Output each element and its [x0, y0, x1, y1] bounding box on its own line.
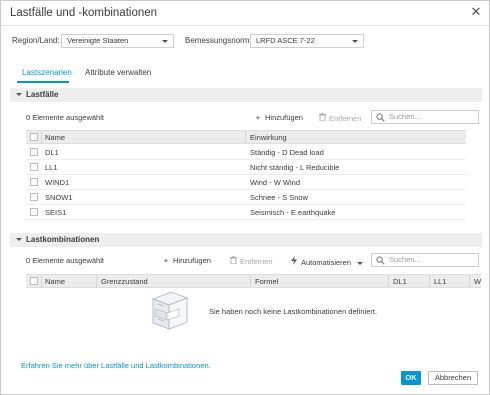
empty-state-message: Sie haben noch keine Lastkombinationen d… [209, 307, 378, 316]
trash-icon [317, 113, 327, 123]
column-separator [429, 275, 430, 287]
column-header-limit-state[interactable]: Grenzzustand [101, 277, 148, 286]
loadcases-selected-count: 0 Elemente ausgewählt [26, 113, 104, 122]
title-divider [1, 25, 489, 26]
loadcase-name: SEIS1 [45, 208, 67, 217]
column-header-action[interactable]: Einwirkung [250, 133, 287, 142]
region-select[interactable]: Vereinigte Staaten [61, 34, 174, 48]
chevron-down-icon [352, 40, 358, 43]
load-cases-dialog: Lastfälle und -kombinationen ✕ Region/La… [0, 0, 490, 395]
loadcases-table-header: Name Einwirkung [26, 130, 466, 144]
loadcases-add-label: Hinzufügen [265, 113, 303, 122]
loadcases-search-placeholder: Suchen... [389, 112, 421, 121]
plus-icon: + [163, 256, 169, 265]
combinations-remove-label: Entfernen [240, 257, 273, 266]
chevron-down-icon [357, 261, 364, 265]
lightning-icon [289, 256, 299, 267]
plus-icon: + [255, 113, 261, 122]
region-value: Vereinigte Staaten [67, 36, 129, 45]
combinations-remove-button[interactable]: Entfernen [228, 256, 273, 266]
column-header-ll1[interactable]: LL1 [434, 277, 447, 286]
row-checkbox[interactable] [30, 148, 38, 156]
combinations-search-input[interactable]: Suchen... [371, 253, 479, 267]
column-header-name[interactable]: Name [45, 277, 65, 286]
column-separator [245, 131, 246, 143]
select-all-checkbox[interactable] [30, 133, 38, 141]
table-row[interactable]: WIND1 Wind - W Wind [26, 175, 466, 190]
loadcases-remove-button[interactable]: Entfernen [317, 113, 362, 123]
tab-manage-attributes[interactable]: Attribute verwalten [85, 68, 151, 77]
loadcases-search-input[interactable]: Suchen... [371, 110, 479, 124]
loadcases-section-title: Lastfälle [26, 90, 59, 99]
combinations-search-placeholder: Suchen... [389, 255, 421, 264]
table-row[interactable]: DL1 Ständig - D Dead load [26, 145, 466, 160]
loadcases-section-header[interactable]: Lastfälle [10, 88, 482, 102]
combinations-section-title: Lastkombinationen [26, 235, 100, 244]
table-row[interactable]: SEIS1 Seismisch - E earthquake [26, 205, 466, 220]
column-header-dl1[interactable]: DL1 [393, 277, 407, 286]
row-checkbox[interactable] [30, 163, 38, 171]
close-icon[interactable]: ✕ [469, 5, 483, 19]
loadcase-name: SNOW1 [45, 193, 73, 202]
loadcase-action: Seismisch - E earthquake [250, 208, 336, 217]
column-header-w[interactable]: W [474, 277, 481, 286]
row-checkbox[interactable] [30, 193, 38, 201]
dialog-title: Lastfälle und -kombinationen [10, 7, 158, 19]
column-separator [388, 275, 389, 287]
loadcases-remove-label: Entfernen [329, 114, 362, 123]
help-link[interactable]: Erfahren Sie mehr über Lastfälle und Las… [21, 361, 211, 370]
chevron-down-icon [16, 93, 22, 96]
norm-value: LRFD ASCE 7-22 [256, 36, 315, 45]
loadcases-add-button[interactable]: + Hinzufügen [253, 113, 303, 122]
loadcase-action: Wind - W Wind [250, 178, 301, 187]
trash-icon [228, 256, 238, 266]
table-row[interactable]: LL1 Nicht ständig - L Reducible [26, 160, 466, 175]
norm-label: Bemessungsnorm: [185, 36, 252, 45]
table-row[interactable]: SNOW1 Schnee - S Snow [26, 190, 466, 205]
chevron-down-icon [16, 238, 22, 241]
chevron-down-icon [162, 40, 168, 43]
search-icon [376, 256, 385, 265]
norm-select[interactable]: LRFD ASCE 7-22 [250, 34, 364, 48]
loadcase-name: DL1 [45, 148, 59, 157]
row-checkbox[interactable] [30, 178, 38, 186]
column-separator [41, 131, 42, 143]
combinations-selected-count: 0 Elemente ausgewählt [26, 256, 104, 265]
loadcase-name: WIND1 [45, 178, 70, 187]
combinations-add-label: Hinzufügen [173, 256, 211, 265]
automate-label: Automatisieren [301, 258, 352, 267]
combinations-section-header[interactable]: Lastkombinationen [10, 233, 482, 247]
column-separator [250, 275, 251, 287]
select-all-checkbox[interactable] [30, 277, 38, 285]
row-checkbox[interactable] [30, 208, 38, 216]
column-separator [469, 275, 470, 287]
column-header-name[interactable]: Name [45, 133, 65, 142]
loadcase-action: Ständig - D Dead load [250, 148, 324, 157]
combinations-table-header: Name Grenzzustand Formel DL1 LL1 W [26, 274, 481, 288]
ok-button[interactable]: OK [401, 371, 421, 385]
column-separator [96, 275, 97, 287]
cancel-button[interactable]: Abbrechen [428, 371, 478, 385]
region-label: Region/Land: [12, 36, 60, 45]
loadcase-action: Schnee - S Snow [250, 193, 308, 202]
active-tab-indicator [17, 81, 69, 83]
combinations-add-button[interactable]: + Hinzufügen [161, 256, 211, 265]
automate-button[interactable]: Automatisieren [289, 256, 364, 267]
tab-load-scenarios[interactable]: Lastszenarien [22, 68, 72, 77]
loadcase-name: LL1 [45, 163, 58, 172]
column-separator [41, 275, 42, 287]
loadcase-action: Nicht ständig - L Reducible [250, 163, 340, 172]
search-icon [376, 113, 385, 122]
empty-cabinet-illustration [151, 291, 189, 330]
column-header-formula[interactable]: Formel [255, 277, 278, 286]
